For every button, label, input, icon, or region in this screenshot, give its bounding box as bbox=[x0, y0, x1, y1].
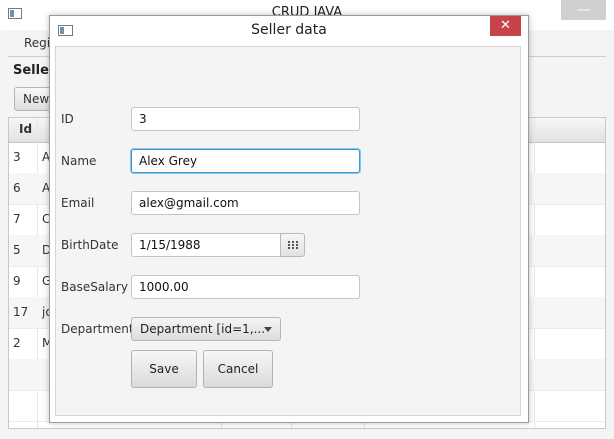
cell-id: 3 bbox=[13, 150, 21, 164]
column-header-id[interactable]: Id bbox=[19, 122, 32, 136]
menu-registration[interactable]: Regi bbox=[24, 36, 50, 50]
chevron-down-icon bbox=[264, 327, 272, 332]
department-label: Department bbox=[61, 322, 134, 336]
department-selected-value: Department [id=1,... bbox=[140, 322, 266, 336]
id-label: ID bbox=[61, 112, 74, 126]
save-button[interactable]: Save bbox=[131, 350, 197, 388]
birthdate-field[interactable] bbox=[131, 233, 281, 257]
department-combobox[interactable]: Department [id=1,... bbox=[131, 317, 281, 341]
new-button[interactable]: New bbox=[14, 87, 54, 111]
cell-id: 2 bbox=[13, 336, 21, 350]
seller-data-dialog: Seller data ✕ ID Name Email BirthDate Ba… bbox=[49, 15, 529, 423]
minimize-button[interactable]: — bbox=[561, 0, 606, 20]
email-field[interactable] bbox=[131, 191, 360, 215]
dialog-body: ID Name Email BirthDate BaseSalary Depar… bbox=[55, 46, 521, 416]
calendar-icon bbox=[288, 241, 298, 250]
birthdate-label: BirthDate bbox=[61, 238, 119, 252]
minimize-icon: — bbox=[576, 2, 591, 18]
name-label: Name bbox=[61, 154, 97, 168]
base-salary-field[interactable] bbox=[131, 275, 360, 299]
cell-id: 17 bbox=[13, 305, 29, 319]
close-button[interactable]: ✕ bbox=[490, 16, 521, 36]
cell-id: 5 bbox=[13, 243, 21, 257]
base-salary-label: BaseSalary bbox=[61, 280, 128, 294]
id-field[interactable] bbox=[131, 107, 360, 131]
name-field[interactable] bbox=[131, 149, 360, 173]
close-icon: ✕ bbox=[500, 18, 511, 33]
cell-id: 6 bbox=[13, 181, 21, 195]
cell-id: 9 bbox=[13, 274, 21, 288]
email-label: Email bbox=[61, 196, 95, 210]
date-picker-button[interactable] bbox=[280, 233, 305, 257]
dialog-title: Seller data bbox=[251, 22, 327, 38]
cell-id: 7 bbox=[13, 212, 21, 226]
cancel-button[interactable]: Cancel bbox=[203, 350, 273, 388]
